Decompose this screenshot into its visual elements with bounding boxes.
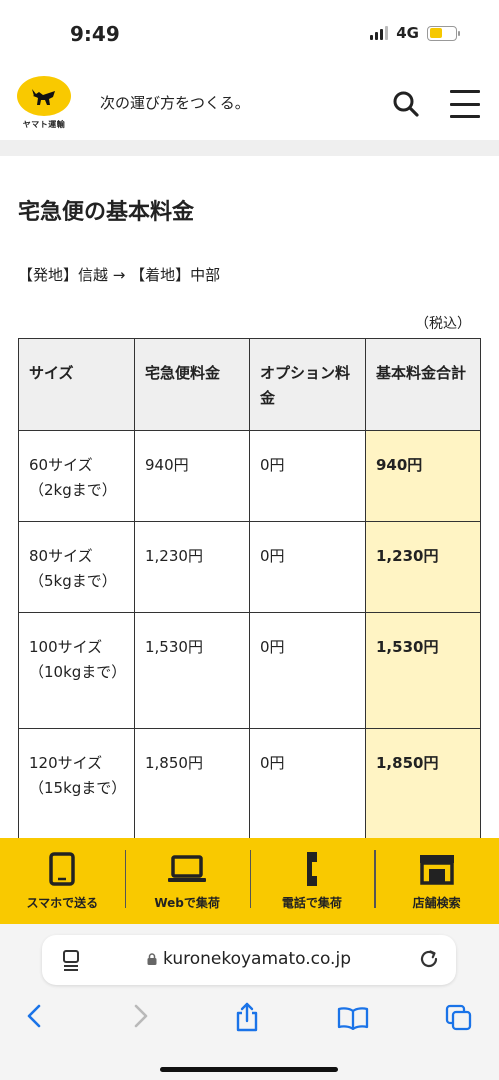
network-type: 4G <box>396 24 419 42</box>
browser-toolbar <box>0 1002 499 1036</box>
size-label: 60サイズ <box>29 456 93 474</box>
reload-icon[interactable] <box>418 948 440 970</box>
size-label: 120サイズ <box>29 754 103 772</box>
page-title: 宅急便の基本料金 <box>18 200 195 225</box>
size-cell: 120サイズ （15kgまで） <box>18 728 135 845</box>
weight-label: （10kgまで） <box>29 663 127 681</box>
status-bar: 9:49 4G <box>0 0 499 62</box>
back-icon[interactable] <box>24 1002 44 1030</box>
address-bar[interactable]: kuronekoyamato.co.jp <box>42 935 456 985</box>
weight-label: （5kgまで） <box>29 572 117 590</box>
nav-label: 電話で集荷 <box>281 896 342 910</box>
rate-table: サイズ 宅急便料金 オプション料金 基本料金合計 60サイズ （2kgまで） 94… <box>18 338 481 845</box>
cat-icon <box>32 89 55 105</box>
size-label: 80サイズ <box>29 547 93 565</box>
fee-cell: 1,230円 <box>134 521 250 613</box>
menu-button[interactable] <box>450 90 480 118</box>
table-row: 120サイズ （15kgまで） 1,850円 0円 1,850円 <box>18 728 481 845</box>
weight-label: （15kgまで） <box>29 779 127 797</box>
header-divider <box>0 140 499 156</box>
total-cell: 1,230円 <box>365 521 481 613</box>
forward-icon[interactable] <box>131 1002 151 1030</box>
header-size: サイズ <box>18 338 135 431</box>
url-display: kuronekoyamato.co.jp <box>42 949 456 969</box>
header-total: 基本料金合計 <box>365 338 481 431</box>
size-cell: 80サイズ （5kgまで） <box>18 521 135 613</box>
browser-chrome: kuronekoyamato.co.jp <box>0 924 499 1080</box>
site-header: ヤマト運輸 次の運び方をつくる。 <box>0 62 499 140</box>
phone-icon <box>306 852 317 886</box>
logo-text: ヤマト運輸 <box>22 120 66 129</box>
nav-label: 店舗検索 <box>412 896 461 910</box>
store-search-button[interactable]: 店舗検索 <box>374 838 499 924</box>
battery-icon <box>427 25 460 41</box>
tax-note: （税込） <box>415 316 471 332</box>
fee-cell: 1,530円 <box>134 612 250 729</box>
size-cell: 100サイズ （10kgまで） <box>18 612 135 729</box>
search-button[interactable] <box>392 90 420 118</box>
total-cell: 940円 <box>365 430 481 522</box>
smartphone-icon <box>49 852 76 886</box>
share-icon[interactable] <box>233 1002 261 1032</box>
size-label: 100サイズ <box>29 638 103 656</box>
status-time: 9:49 <box>70 22 120 46</box>
size-cell: 60サイズ （2kgまで） <box>18 430 135 522</box>
web-pickup-button[interactable]: Webで集荷 <box>124 838 250 924</box>
bookmarks-icon[interactable] <box>337 1006 369 1030</box>
logo-circle <box>17 76 71 116</box>
menu-icon-line <box>450 90 480 93</box>
table-row: 60サイズ （2kgまで） 940円 0円 940円 <box>18 430 481 522</box>
home-indicator <box>160 1067 338 1072</box>
total-cell: 1,530円 <box>365 612 481 729</box>
option-cell: 0円 <box>249 430 366 522</box>
url-text: kuronekoyamato.co.jp <box>163 949 351 969</box>
nav-label: スマホで送る <box>26 896 99 910</box>
fee-cell: 1,850円 <box>134 728 250 845</box>
fee-cell: 940円 <box>134 430 250 522</box>
signal-icon <box>370 26 389 40</box>
phone-pickup-button[interactable]: 電話で集荷 <box>249 838 375 924</box>
option-cell: 0円 <box>249 728 366 845</box>
table-row: 80サイズ （5kgまで） 1,230円 0円 1,230円 <box>18 521 481 613</box>
total-cell: 1,850円 <box>365 728 481 845</box>
option-cell: 0円 <box>249 521 366 613</box>
status-right: 4G <box>370 24 460 42</box>
bottom-action-bar: スマホで送る Webで集荷 電話で集荷 店舗検索 <box>0 838 499 924</box>
nav-label: Webで集荷 <box>154 896 220 910</box>
yamato-logo[interactable]: ヤマト運輸 <box>16 76 72 134</box>
weight-label: （2kgまで） <box>29 481 117 499</box>
table-header-row: サイズ 宅急便料金 オプション料金 基本料金合計 <box>18 338 481 431</box>
header-fee: 宅急便料金 <box>134 338 250 431</box>
route-info: 【発地】信越 → 【着地】中部 <box>18 266 221 284</box>
menu-icon-line <box>450 102 480 106</box>
lock-icon <box>147 953 157 965</box>
send-by-smartphone-button[interactable]: スマホで送る <box>0 838 125 924</box>
tagline: 次の運び方をつくる。 <box>100 94 250 112</box>
search-icon <box>393 91 419 117</box>
tabs-icon[interactable] <box>445 1004 473 1032</box>
store-icon <box>419 855 454 885</box>
laptop-icon <box>168 855 207 882</box>
header-option: オプション料金 <box>249 338 366 431</box>
menu-icon-line <box>450 115 480 118</box>
option-cell: 0円 <box>249 612 366 729</box>
table-row: 100サイズ （10kgまで） 1,530円 0円 1,530円 <box>18 612 481 729</box>
